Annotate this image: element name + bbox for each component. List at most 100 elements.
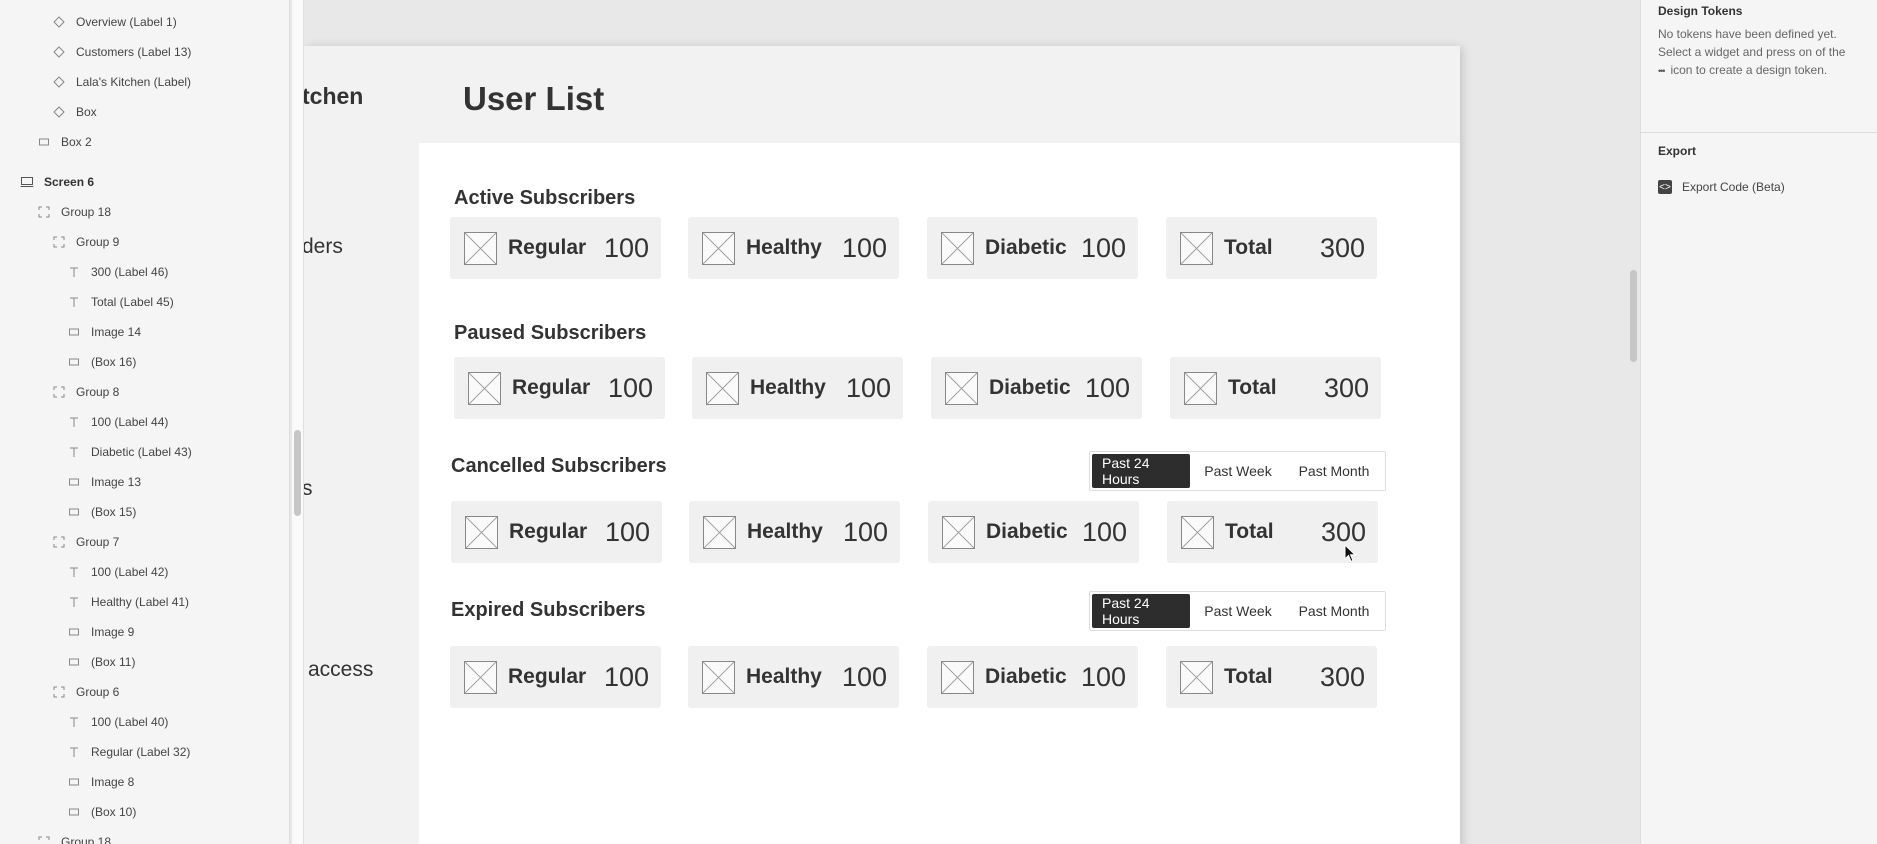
subscriber-card: Total 300 bbox=[1170, 357, 1381, 419]
diamond-icon bbox=[52, 75, 66, 89]
layer-item[interactable]: Screen 6 bbox=[20, 167, 94, 197]
card-label: Healthy bbox=[746, 236, 822, 259]
filter-past-month[interactable]: Past Month bbox=[1286, 594, 1382, 628]
sidebar-brand-text: tchen bbox=[304, 83, 364, 109]
layer-label: Group 7 bbox=[76, 535, 120, 549]
filter-past-month[interactable]: Past Month bbox=[1286, 454, 1382, 488]
subscriber-card: Healthy 100 bbox=[689, 501, 900, 563]
card-label: Total bbox=[1224, 236, 1273, 259]
image-placeholder-icon bbox=[945, 372, 978, 405]
layer-item[interactable]: 100 (Label 44) bbox=[67, 407, 168, 437]
artboard-screen[interactable]: tchen ders s access User List Active Sub… bbox=[304, 46, 1460, 844]
section-title: Cancelled Subscribers bbox=[451, 455, 667, 477]
layer-item[interactable]: (Box 16) bbox=[67, 347, 136, 377]
layer-item[interactable]: Regular (Label 32) bbox=[67, 737, 190, 767]
layer-label: Group 18 bbox=[61, 835, 112, 844]
layer-label: Group 9 bbox=[76, 235, 120, 249]
layers-panel: Overview (Label 1) Customers (Label 13) … bbox=[0, 0, 290, 844]
card-value: 100 bbox=[603, 233, 649, 263]
layer-label: (Box 16) bbox=[91, 355, 137, 369]
layer-label: Group 18 bbox=[61, 205, 112, 219]
export-code-label: Export Code (Beta) bbox=[1682, 180, 1785, 194]
layer-label: Healthy (Label 41) bbox=[91, 595, 190, 609]
canvas-scrollbar-thumb[interactable] bbox=[1630, 270, 1637, 362]
layer-item[interactable]: Diabetic (Label 43) bbox=[67, 437, 192, 467]
card-label: Healthy bbox=[746, 665, 822, 688]
layer-label: Box bbox=[76, 105, 97, 119]
section-title: Expired Subscribers bbox=[451, 599, 646, 621]
mouse-cursor-icon bbox=[1344, 544, 1357, 563]
card-label: Diabetic bbox=[985, 665, 1067, 688]
layer-item[interactable]: Healthy (Label 41) bbox=[67, 587, 189, 617]
card-label: Regular bbox=[508, 665, 587, 688]
layer-item[interactable]: Group 7 bbox=[52, 527, 119, 557]
layers-scrollbar-thumb[interactable] bbox=[294, 430, 301, 516]
layer-label: 300 (Label 46) bbox=[91, 265, 169, 279]
layer-label: (Box 10) bbox=[91, 805, 137, 819]
layer-item[interactable]: Image 9 bbox=[67, 617, 134, 647]
layer-item[interactable]: 100 (Label 40) bbox=[67, 707, 168, 737]
export-code-button[interactable]: <> Export Code (Beta) bbox=[1658, 180, 1785, 194]
layer-item[interactable]: (Box 11) bbox=[67, 647, 135, 677]
layer-item[interactable]: 100 (Label 42) bbox=[67, 557, 168, 587]
image-placeholder-icon bbox=[1181, 516, 1214, 549]
time-filter-segmented: Past 24 Hours Past Week Past Month bbox=[1089, 451, 1386, 491]
image-placeholder-icon bbox=[706, 372, 739, 405]
code-icon: <> bbox=[1658, 180, 1672, 194]
rect-icon bbox=[67, 805, 81, 819]
layer-label: Image 13 bbox=[91, 475, 142, 489]
time-filter-segmented: Past 24 Hours Past Week Past Month bbox=[1089, 591, 1386, 631]
subscriber-card: Healthy 100 bbox=[688, 646, 899, 708]
image-placeholder-icon bbox=[702, 232, 735, 265]
layer-item[interactable]: Image 8 bbox=[67, 767, 134, 797]
layer-item[interactable]: Group 9 bbox=[52, 227, 119, 257]
filter-past-24-hours[interactable]: Past 24 Hours bbox=[1092, 594, 1190, 628]
layer-item[interactable]: (Box 10) bbox=[67, 797, 136, 827]
layer-label: Image 14 bbox=[91, 325, 142, 339]
export-title: Export bbox=[1658, 144, 1697, 158]
filter-past-week[interactable]: Past Week bbox=[1190, 454, 1286, 488]
card-value: 100 bbox=[1080, 662, 1126, 692]
divider bbox=[1641, 132, 1877, 133]
sidebar-nav-text: ders bbox=[304, 235, 343, 258]
subscriber-card: Healthy 100 bbox=[688, 217, 899, 279]
layer-item[interactable]: Group 8 bbox=[52, 377, 119, 407]
layer-item[interactable]: Group 18 bbox=[37, 197, 111, 227]
image-placeholder-icon bbox=[702, 661, 735, 694]
layer-item[interactable]: Overview (Label 1) bbox=[52, 7, 177, 37]
subscriber-card: Diabetic 100 bbox=[928, 501, 1139, 563]
layer-label: Regular (Label 32) bbox=[91, 745, 191, 759]
layer-label: Group 6 bbox=[76, 685, 120, 699]
layer-item[interactable]: 300 (Label 46) bbox=[67, 257, 168, 287]
layer-item[interactable]: Image 14 bbox=[67, 317, 141, 347]
image-placeholder-icon bbox=[468, 372, 501, 405]
layer-item[interactable]: Group 6 bbox=[52, 677, 119, 707]
design-tokens-title: Design Tokens bbox=[1658, 4, 1743, 18]
filter-past-24-hours[interactable]: Past 24 Hours bbox=[1092, 454, 1190, 488]
filter-past-week[interactable]: Past Week bbox=[1190, 594, 1286, 628]
text-icon bbox=[67, 595, 81, 609]
group-icon bbox=[52, 235, 66, 249]
layer-item[interactable]: (Box 15) bbox=[67, 497, 136, 527]
more-icon: ••• bbox=[1658, 66, 1666, 76]
layer-item[interactable]: Customers (Label 13) bbox=[52, 37, 191, 67]
card-label: Total bbox=[1225, 520, 1274, 543]
group-icon bbox=[37, 205, 51, 219]
layer-label: 100 (Label 40) bbox=[91, 715, 169, 729]
design-tokens-text-line2: Select a widget and press on of the bbox=[1658, 45, 1846, 59]
layer-item[interactable]: Box 2 bbox=[37, 127, 92, 157]
layers-scrollbar-track[interactable] bbox=[292, 0, 304, 844]
layer-item[interactable]: Box bbox=[52, 97, 97, 127]
text-icon bbox=[67, 445, 81, 459]
subscriber-card: Regular 100 bbox=[450, 646, 661, 708]
layer-item[interactable]: Total (Label 45) bbox=[67, 287, 174, 317]
layer-label: (Box 11) bbox=[91, 655, 136, 669]
layer-item[interactable]: Group 18 bbox=[37, 827, 111, 844]
layer-item[interactable]: Lala's Kitchen (Label) bbox=[52, 67, 191, 97]
design-canvas[interactable]: tchen ders s access User List Active Sub… bbox=[304, 0, 1640, 844]
image-placeholder-icon bbox=[941, 232, 974, 265]
text-icon bbox=[67, 415, 81, 429]
layer-item[interactable]: Image 13 bbox=[67, 467, 141, 497]
subscriber-card: Diabetic 100 bbox=[927, 646, 1138, 708]
group-icon bbox=[37, 835, 51, 844]
